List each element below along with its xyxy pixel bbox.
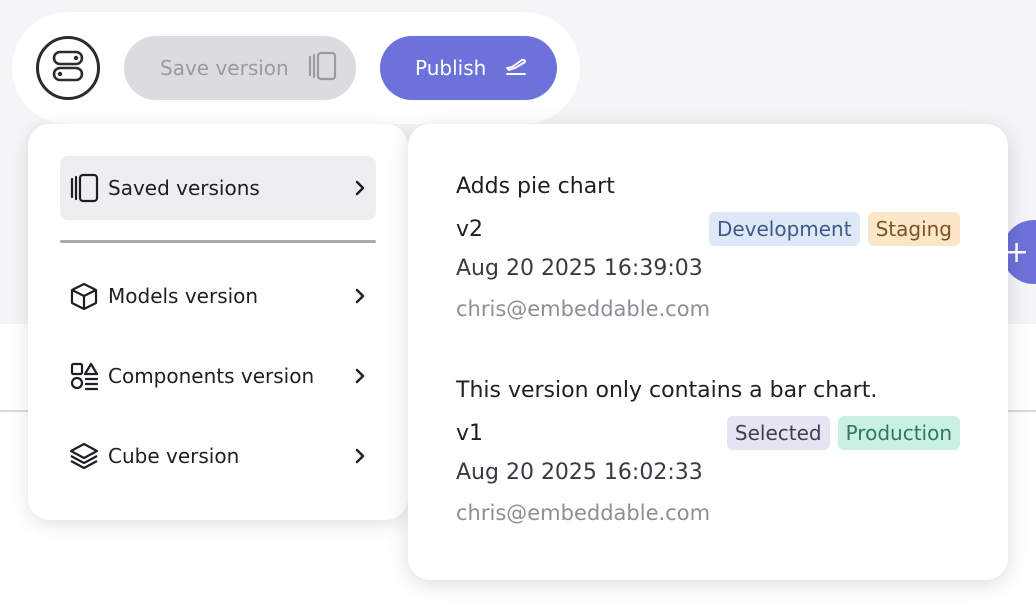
layers-icon [68, 440, 100, 472]
menu-item-label: Saved versions [108, 176, 260, 200]
version-description: Adds pie chart [456, 174, 615, 199]
version-author: chris@embeddable.com [456, 501, 711, 525]
menu-item-label: Components version [108, 364, 315, 388]
menu-item-label: Models version [108, 284, 259, 308]
save-version-label: Save version [160, 56, 289, 80]
status-badge: Staging [867, 212, 960, 246]
menu-item-models-version[interactable]: Models version [60, 264, 376, 328]
version-menu: Saved versions Models version Components… [28, 124, 408, 520]
version-number: v2 [456, 216, 484, 242]
menu-item-cube-version[interactable]: Cube version [60, 424, 376, 488]
version-entry[interactable]: This version only contains a bar chart. … [456, 376, 960, 528]
version-author: chris@embeddable.com [456, 297, 711, 321]
publish-label: Publish [415, 56, 487, 80]
panels-icon [307, 51, 337, 86]
shapes-icon [68, 360, 100, 392]
chevron-right-icon [344, 368, 376, 384]
version-menu-toggle[interactable] [36, 36, 100, 100]
version-number: v1 [456, 420, 484, 446]
plane-takeoff-icon [504, 54, 528, 83]
chevron-right-icon [344, 448, 376, 464]
menu-item-components-version[interactable]: Components version [60, 344, 376, 408]
server-toggle-icon [51, 49, 85, 87]
status-badge: Selected [726, 416, 830, 450]
version-date: Aug 20 2025 16:02:33 [456, 460, 703, 485]
chevron-right-icon [344, 288, 376, 304]
version-entry[interactable]: Adds pie chart v2 Development Staging Au… [456, 172, 960, 324]
status-badge: Development [708, 212, 860, 246]
status-badge: Production [837, 416, 960, 450]
chevron-right-icon [344, 180, 376, 196]
menu-separator [60, 240, 376, 243]
version-date: Aug 20 2025 16:39:03 [456, 256, 703, 281]
version-description: This version only contains a bar chart. [456, 378, 878, 403]
menu-item-label: Cube version [108, 444, 240, 468]
menu-item-saved-versions[interactable]: Saved versions [60, 156, 376, 220]
saved-versions-panel: Adds pie chart v2 Development Staging Au… [408, 124, 1008, 580]
panels-icon [68, 172, 100, 204]
save-version-button[interactable]: Save version [124, 36, 356, 100]
publish-button[interactable]: Publish [380, 36, 557, 100]
cube-icon [68, 280, 100, 312]
